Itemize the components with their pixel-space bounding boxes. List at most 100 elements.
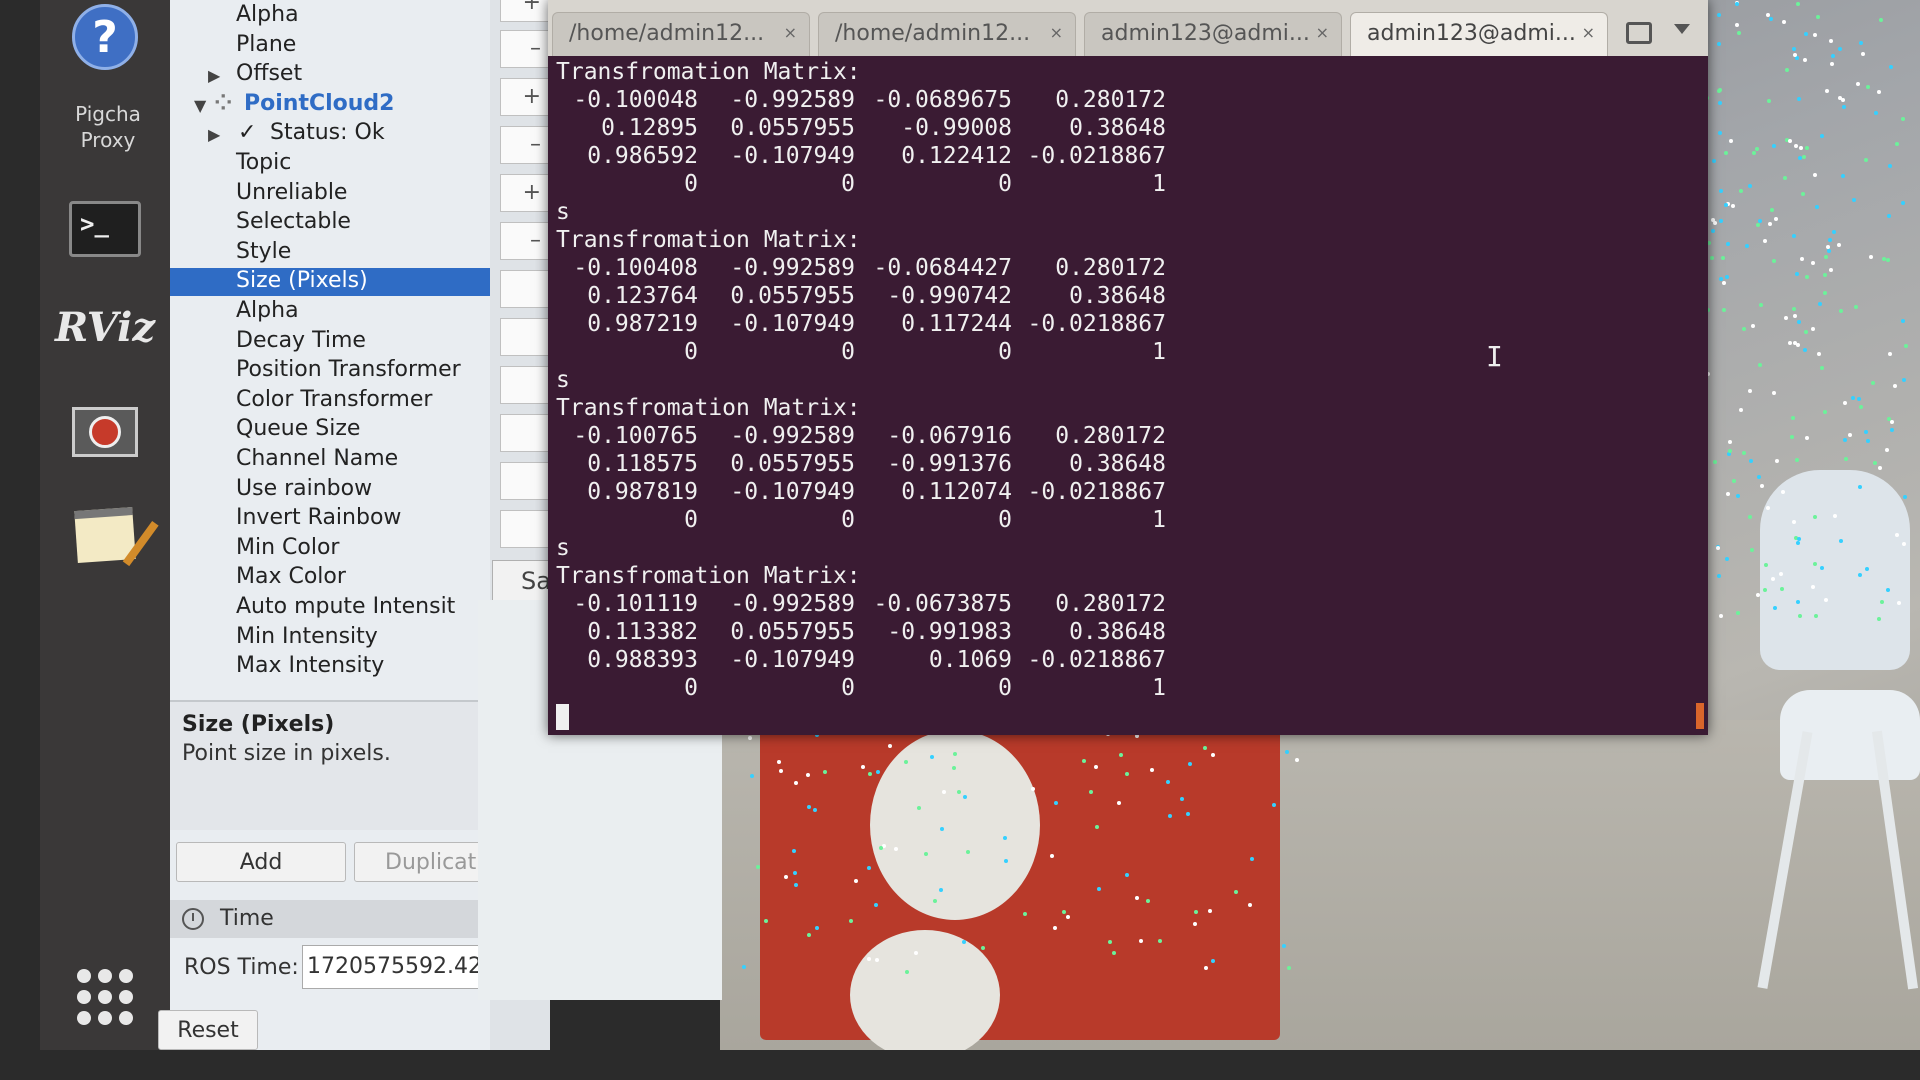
collapse-arrow-icon[interactable]: ▶ <box>208 66 220 85</box>
point-cloud-point <box>868 772 872 776</box>
matrix-cell: -0.107949 <box>730 143 855 169</box>
property-row[interactable]: Plane <box>170 32 490 60</box>
matrix-cell: 0 <box>998 507 1012 533</box>
property-row[interactable]: Alpha <box>170 2 490 30</box>
point-cloud-point <box>1796 600 1800 604</box>
duplicate-button[interactable]: Duplicat <box>354 842 490 882</box>
property-label: Plane <box>236 32 297 57</box>
ros-time-field[interactable]: 1720575592.42 <box>302 945 482 989</box>
property-row[interactable]: Topic <box>170 150 490 178</box>
point-cloud-point <box>1824 598 1828 602</box>
expand-arrow-icon[interactable]: ▼ <box>194 96 206 115</box>
rviz-icon[interactable]: RViz <box>55 290 155 364</box>
apps-grid-launcher[interactable] <box>68 960 142 1034</box>
property-row[interactable]: Unreliable <box>170 180 490 208</box>
property-row[interactable]: Auto mpute Intensit <box>170 594 490 622</box>
property-value-cell[interactable] <box>500 270 550 308</box>
point-cloud-point <box>1054 801 1058 805</box>
point-cloud-point <box>1722 308 1726 312</box>
terminal-window[interactable]: /home/admin12... ×/home/admin12... × admin1… <box>548 0 1708 735</box>
property-row[interactable]: ▼ ⁘ PointCloud2 <box>170 91 490 119</box>
property-row[interactable]: Selectable <box>170 209 490 237</box>
property-row[interactable]: Channel Name <box>170 446 490 474</box>
terminal-tab[interactable]: /home/admin12... × <box>552 12 810 56</box>
property-row[interactable]: Style <box>170 239 490 267</box>
property-row[interactable]: Queue Size <box>170 416 490 444</box>
matrix-cell: 0.118575 <box>587 451 698 477</box>
property-row[interactable]: Min Intensity <box>170 624 490 652</box>
property-value-cell[interactable] <box>500 510 550 548</box>
point-cloud-point <box>1717 89 1721 93</box>
property-value-cell[interactable]: + <box>500 174 550 212</box>
terminal-output[interactable]: Transfromation Matrix: -0.100048 -0.992589… <box>556 58 1696 730</box>
collapse-arrow-icon[interactable]: ▶ <box>208 125 220 144</box>
property-row[interactable]: Color Transformer <box>170 387 490 415</box>
point-cloud-point <box>861 765 865 769</box>
property-row[interactable]: ▶ ✓ Status: Ok <box>170 120 490 148</box>
check-icon: ✓ <box>238 120 257 145</box>
point-cloud-point <box>1805 146 1809 150</box>
point-cloud-point <box>1003 836 1007 840</box>
property-row[interactable]: ▶ Offset <box>170 61 490 89</box>
matrix-cell: -0.992589 <box>730 87 855 113</box>
point-cloud-point <box>942 790 946 794</box>
point-cloud-point <box>888 744 892 748</box>
point-cloud-point <box>1756 593 1760 597</box>
matrix-cell: -0.107949 <box>730 311 855 337</box>
property-value-cell[interactable] <box>500 318 550 356</box>
chevron-down-icon[interactable] <box>1674 24 1690 34</box>
property-row[interactable]: Max Intensity <box>170 653 490 681</box>
property-value-cell[interactable]: + <box>500 78 550 116</box>
property-row[interactable]: Alpha <box>170 298 490 326</box>
close-tab-icon[interactable]: × <box>1582 23 1595 42</box>
point-cloud-point <box>1758 219 1762 223</box>
point-cloud-point <box>1711 229 1715 233</box>
property-value-cell[interactable] <box>500 414 550 452</box>
matrix-cell: 1 <box>1152 171 1166 197</box>
matrix-row: 0.988393 -0.107949 0.1069 -0.0218867 <box>556 646 1696 674</box>
property-value-cell[interactable]: + <box>500 0 550 22</box>
terminal-icon[interactable]: >_ <box>68 192 142 266</box>
matrix-cell: -0.99008 <box>901 115 1012 141</box>
property-row[interactable]: Min Color <box>170 535 490 563</box>
help-icon[interactable]: ? <box>68 0 142 74</box>
add-button[interactable]: Add <box>176 842 346 882</box>
save-button[interactable]: Sa <box>492 560 552 602</box>
property-row[interactable]: Use rainbow <box>170 476 490 504</box>
matrix-cell: 0.122412 <box>901 143 1012 169</box>
property-row[interactable]: Invert Rainbow <box>170 505 490 533</box>
property-row[interactable]: Max Color <box>170 564 490 592</box>
matrix-cell: 0 <box>841 507 855 533</box>
point-cloud-point <box>1770 208 1774 212</box>
terminal-tab[interactable]: /home/admin12... × <box>818 12 1076 56</box>
point-cloud-point <box>1843 438 1847 442</box>
point-cloud-point <box>1790 435 1794 439</box>
point-cloud-point <box>1877 90 1881 94</box>
close-tab-icon[interactable]: × <box>784 23 797 42</box>
scroll-position-marker[interactable] <box>1696 703 1704 729</box>
pigcha-proxy-launcher[interactable]: Pigcha Proxy <box>60 92 156 162</box>
point-cloud-point <box>1852 198 1856 202</box>
tab-title: /home/admin12... <box>835 21 1031 46</box>
property-row[interactable]: Size (Pixels) <box>170 268 490 296</box>
point-cloud-point <box>1732 479 1736 483</box>
property-value-cell[interactable] <box>500 366 550 404</box>
new-tab-icon[interactable] <box>1626 22 1652 44</box>
stop-icon[interactable] <box>68 395 142 469</box>
property-value-cell[interactable]: – <box>500 30 550 68</box>
matrix-cell: 0.113382 <box>587 619 698 645</box>
terminal-tab[interactable]: admin123@admi... × <box>1084 12 1342 56</box>
close-tab-icon[interactable]: × <box>1050 23 1063 42</box>
close-tab-icon[interactable]: × <box>1316 23 1329 42</box>
terminal-tab[interactable]: admin123@admi... × <box>1350 12 1608 56</box>
property-row[interactable]: Position Transformer <box>170 357 490 385</box>
property-row[interactable]: Decay Time <box>170 328 490 356</box>
point-cloud-point <box>940 827 944 831</box>
point-cloud-point <box>1851 396 1855 400</box>
reset-button[interactable]: Reset <box>158 1010 258 1050</box>
notes-icon[interactable] <box>68 498 142 572</box>
property-value-cell[interactable]: – <box>500 222 550 260</box>
property-value-cell[interactable]: – <box>500 126 550 164</box>
matrix-cell: 0.0557955 <box>730 451 855 477</box>
property-value-cell[interactable] <box>500 462 550 500</box>
